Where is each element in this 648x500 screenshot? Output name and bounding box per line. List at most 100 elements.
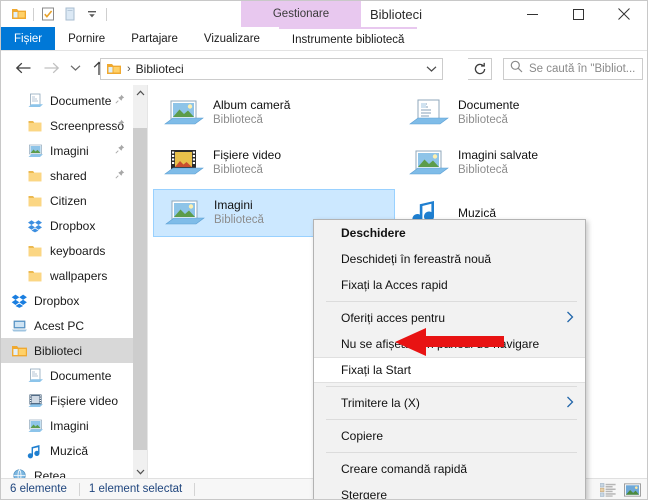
- tab-partajare[interactable]: Partajare: [118, 27, 191, 51]
- menu-item-label: Ștergere: [341, 488, 388, 500]
- sidebar-item-wallpapers[interactable]: wallpapers: [1, 263, 147, 288]
- sidebar-item-documente[interactable]: Documente: [1, 88, 147, 113]
- dropdown-icon[interactable]: [81, 3, 103, 25]
- window-controls: [509, 1, 647, 27]
- sidebar-item-screenpresso[interactable]: Screenpresso: [1, 113, 147, 138]
- navigation-scrollbar[interactable]: [133, 85, 147, 480]
- folder-icon: [25, 267, 45, 285]
- contextual-tab-header: Gestionare: [241, 1, 361, 27]
- sidebar-item-label: Imagini: [50, 143, 89, 158]
- documents-library-icon: [25, 92, 45, 110]
- recent-locations-button[interactable]: [65, 54, 85, 82]
- file-type: Bibliotecă: [458, 114, 508, 126]
- scrollbar-thumb[interactable]: [133, 128, 147, 450]
- menu-item-fixa-i-la-acces-rapid[interactable]: Fixați la Acces rapid: [314, 272, 585, 298]
- refresh-button[interactable]: [468, 58, 492, 80]
- sidebar-item-biblioteci[interactable]: Biblioteci: [1, 338, 147, 363]
- file-name: Documente: [458, 98, 520, 112]
- properties-icon[interactable]: [59, 3, 81, 25]
- file-type: Bibliotecă: [214, 214, 264, 226]
- search-input[interactable]: Se caută în "Bibliot...: [529, 63, 635, 75]
- folder-icon: [25, 167, 45, 185]
- videos-library-icon: [25, 392, 45, 410]
- sidebar-item-shared[interactable]: shared: [1, 163, 147, 188]
- tab-pornire[interactable]: Pornire: [55, 27, 118, 51]
- quick-access-toolbar: [1, 1, 110, 27]
- pictures-library-icon: [161, 93, 207, 133]
- chevron-right-icon: [566, 396, 574, 410]
- menu-item-creare-comand-rapid[interactable]: Creare comandă rapidă: [314, 456, 585, 482]
- menu-item-label: Deschideți în fereastră nouă: [341, 252, 492, 266]
- breadcrumb-bar[interactable]: › Biblioteci: [100, 58, 443, 80]
- tab-instrumente-biblioteca[interactable]: Instrumente bibliotecă: [278, 27, 418, 51]
- forward-button[interactable]: [37, 54, 65, 82]
- chevron-up-icon[interactable]: [133, 85, 147, 101]
- menu-item-copiere[interactable]: Copiere: [314, 423, 585, 449]
- sidebar-item-label: Screenpresso: [50, 118, 125, 133]
- maximize-button[interactable]: [555, 1, 601, 27]
- sidebar-item-dropbox[interactable]: Dropbox: [1, 213, 147, 238]
- menu-item-fixa-i-la-start[interactable]: Fixați la Start: [314, 357, 585, 383]
- pictures-library-icon: [162, 193, 208, 233]
- dropbox-icon: [9, 292, 29, 310]
- close-button[interactable]: [601, 1, 647, 27]
- back-button[interactable]: [9, 54, 37, 82]
- pin-icon[interactable]: [115, 169, 125, 182]
- sidebar-item-dropbox[interactable]: Dropbox: [1, 288, 147, 313]
- file-name: Fișiere video: [213, 148, 282, 162]
- file-type: Bibliotecă: [213, 114, 263, 126]
- large-icons-view-icon[interactable]: [624, 482, 641, 497]
- pin-icon[interactable]: [115, 94, 125, 107]
- file-name: Album cameră: [213, 98, 291, 112]
- music-library-icon: [25, 442, 45, 460]
- pin-icon[interactable]: [115, 144, 125, 157]
- sidebar-item-imagini[interactable]: Imagini: [1, 138, 147, 163]
- menu-item-deschide-i-n-fereastr-nou[interactable]: Deschideți în fereastră nouă: [314, 246, 585, 272]
- chevron-down-icon[interactable]: [422, 59, 440, 79]
- file-name: Imagini: [214, 198, 253, 212]
- pictures-library-icon: [25, 142, 45, 160]
- red-arrow-left-icon: [394, 327, 504, 357]
- libraries-folder-icon: [105, 61, 123, 77]
- file-tile[interactable]: Documente Bibliotecă: [398, 89, 640, 137]
- minimize-button[interactable]: [509, 1, 555, 27]
- sidebar-item-keyboards[interactable]: keyboards: [1, 238, 147, 263]
- sidebar-item-label: Documente: [50, 93, 112, 108]
- sidebar-item-acest-pc[interactable]: Acest PC: [1, 313, 147, 338]
- pin-icon[interactable]: [115, 119, 125, 132]
- pictures-library-icon: [406, 143, 452, 183]
- tab-vizualizare[interactable]: Vizualizare: [191, 27, 273, 51]
- pictures-library-icon: [25, 417, 45, 435]
- selection-label: 1 element selectat: [88, 483, 183, 495]
- window-title: Biblioteci: [370, 6, 423, 22]
- menu-separator: [326, 419, 577, 420]
- documents-library-icon: [406, 93, 452, 133]
- menu-item-label: Fixați la Start: [341, 363, 412, 377]
- file-tile[interactable]: Album cameră Bibliotecă: [153, 89, 395, 137]
- menu-separator: [326, 386, 577, 387]
- breadcrumb-separator[interactable]: ›: [127, 63, 131, 75]
- checkbox-icon[interactable]: [37, 3, 59, 25]
- sidebar-item-documente[interactable]: Documente: [1, 363, 147, 388]
- file-tile[interactable]: Fișiere video Bibliotecă: [153, 139, 395, 187]
- file-tile[interactable]: Imagini salvate Bibliotecă: [398, 139, 640, 187]
- this-pc-icon: [9, 317, 29, 335]
- file-explorer-window: Gestionare Biblioteci Fișier Pornire Par…: [0, 0, 648, 500]
- tab-fisier[interactable]: Fișier: [1, 27, 56, 51]
- menu-item-label: Deschidere: [341, 226, 406, 240]
- ribbon-tab-strip: Fișier Pornire Partajare Vizualizare Ins…: [1, 27, 647, 73]
- menu-item-trimitere-la-x[interactable]: Trimitere la (X): [314, 390, 585, 416]
- folder-icon[interactable]: [8, 3, 30, 25]
- details-view-icon[interactable]: [599, 482, 616, 497]
- breadcrumb-path[interactable]: Biblioteci: [136, 62, 184, 76]
- navigation-tree: Documente Screenpresso Imagini shared Citize…: [1, 85, 147, 480]
- sidebar-item-fi-iere-video[interactable]: Fișiere video: [1, 388, 147, 413]
- sidebar-item-imagini[interactable]: Imagini: [1, 413, 147, 438]
- menu-item-tergere[interactable]: Ștergere: [314, 482, 585, 500]
- sidebar-item-label: Acest PC: [34, 318, 85, 333]
- menu-item-deschidere[interactable]: Deschidere: [314, 220, 585, 246]
- sidebar-item-citizen[interactable]: Citizen: [1, 188, 147, 213]
- videos-library-icon: [161, 143, 207, 183]
- sidebar-item-muzic-[interactable]: Muzică: [1, 438, 147, 463]
- search-box[interactable]: Se caută în "Bibliot...: [503, 58, 643, 80]
